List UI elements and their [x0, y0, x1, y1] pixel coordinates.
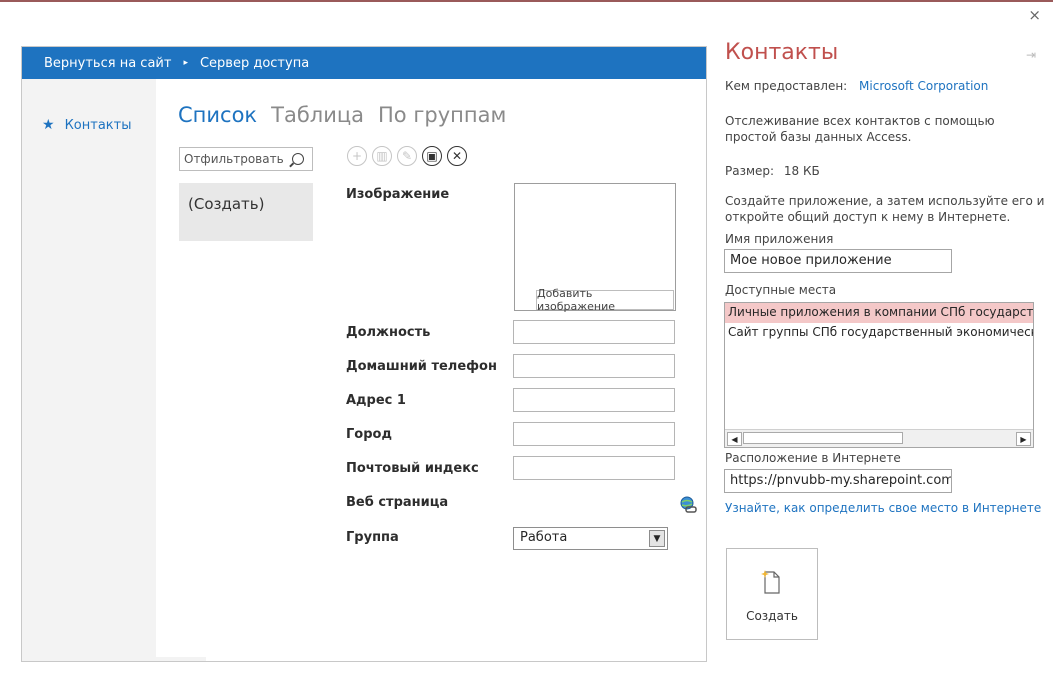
tab-list[interactable]: Список: [178, 103, 257, 127]
list-item[interactable]: Сайт группы СПб государственный экономич…: [725, 323, 1033, 343]
search-icon: [292, 153, 304, 165]
view-tabs: Список Таблица По группам: [178, 103, 506, 127]
scroll-right-icon[interactable]: ▶: [1016, 432, 1031, 446]
image-label: Изображение: [346, 187, 450, 202]
web-link-icon[interactable]: [679, 496, 697, 514]
address-label: Адрес 1: [346, 393, 406, 408]
breadcrumb-arrow-icon: ▸: [183, 58, 188, 68]
provider-line: Кем предоставлен: Microsoft Corporation: [725, 78, 988, 94]
location-label: Расположение в Интернете: [725, 451, 901, 465]
sidebar-item-contacts[interactable]: ★ Контакты: [42, 117, 131, 133]
home-phone-field[interactable]: [513, 354, 675, 378]
group-select-value: Работа: [520, 530, 568, 545]
create-button-label: Создать: [746, 609, 798, 623]
chevron-down-icon[interactable]: ▼: [649, 530, 665, 547]
delete-icon[interactable]: ▥: [372, 146, 392, 166]
app-name-label: Имя приложения: [725, 232, 834, 246]
scrollbar-thumb[interactable]: [743, 432, 903, 444]
size-value: 18 КБ: [783, 164, 820, 178]
star-icon: ★: [42, 117, 55, 133]
provider-label: Кем предоставлен:: [725, 79, 848, 93]
places-label: Доступные места: [725, 283, 837, 297]
list-item-label: (Создать): [188, 195, 265, 213]
address-field[interactable]: [513, 388, 675, 412]
edit-icon[interactable]: ✎: [397, 146, 417, 166]
group-label: Группа: [346, 530, 399, 545]
breadcrumb-current[interactable]: Сервер доступа: [200, 56, 309, 71]
add-image-button[interactable]: Добавить изображение: [536, 287, 674, 313]
create-hint: Создайте приложение, а затем используйте…: [725, 194, 1045, 224]
city-field[interactable]: [513, 422, 675, 446]
cancel-icon[interactable]: ✕: [447, 146, 467, 166]
filter-placeholder: Отфильтровать: [184, 152, 284, 166]
tab-groups[interactable]: По группам: [378, 103, 506, 127]
back-to-site-link[interactable]: Вернуться на сайт: [44, 56, 171, 71]
template-title: Контакты: [725, 40, 839, 65]
new-document-icon: [761, 570, 780, 594]
scroll-left-icon[interactable]: ◀: [727, 432, 742, 446]
home-phone-label: Домашний телефон: [346, 359, 497, 374]
tab-table[interactable]: Таблица: [271, 103, 364, 127]
sidebar-bottom: [156, 657, 206, 661]
location-help-link[interactable]: Узнайте, как определить свое место в Инт…: [725, 500, 1041, 516]
sidebar-item-label: Контакты: [64, 117, 132, 133]
pin-icon[interactable]: ⇥: [1026, 48, 1036, 62]
provider-link[interactable]: Microsoft Corporation: [859, 79, 988, 93]
web-label: Веб страница: [346, 495, 449, 510]
city-label: Город: [346, 427, 392, 442]
app-name-input[interactable]: Мое новое приложение: [724, 249, 952, 273]
save-icon[interactable]: ▣: [422, 146, 442, 166]
preview-sidebar: ★ Контакты: [22, 79, 156, 661]
filter-input[interactable]: Отфильтровать: [179, 147, 313, 171]
places-list[interactable]: Личные приложения в компании СПб государ…: [724, 302, 1034, 448]
group-select[interactable]: Работа ▼: [513, 527, 668, 550]
preview-topbar: Вернуться на сайт ▸ Сервер доступа: [22, 47, 706, 79]
zip-label: Почтовый индекс: [346, 461, 479, 476]
horizontal-scrollbar[interactable]: ◀ ▶: [725, 429, 1033, 447]
list-item[interactable]: (Создать): [179, 183, 313, 241]
window-frame-top: [0, 0, 1053, 7]
list-item[interactable]: Личные приложения в компании СПб государ…: [725, 303, 1033, 323]
position-field[interactable]: [513, 320, 675, 344]
location-input[interactable]: https://pnvubb-my.sharepoint.com: [724, 469, 952, 493]
template-description: Отслеживание всех контактов с помощью пр…: [725, 114, 995, 144]
position-label: Должность: [346, 325, 431, 340]
close-icon[interactable]: ×: [1028, 8, 1041, 23]
size-line: Размер: 18 КБ: [725, 163, 820, 179]
app-preview: Вернуться на сайт ▸ Сервер доступа ★ Кон…: [21, 46, 707, 662]
record-toolbar: + ▥ ✎ ▣ ✕: [347, 146, 467, 166]
add-icon[interactable]: +: [347, 146, 367, 166]
create-button[interactable]: Создать: [726, 548, 818, 640]
size-label: Размер:: [725, 164, 775, 178]
zip-field[interactable]: [513, 456, 675, 480]
